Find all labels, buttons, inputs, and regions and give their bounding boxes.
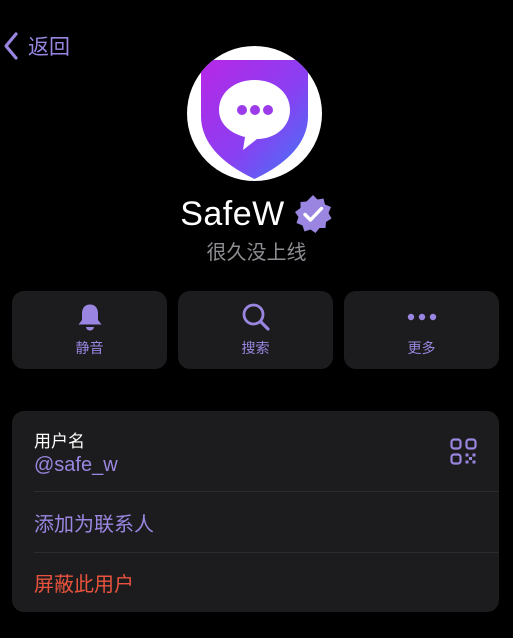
back-label: 返回 — [28, 35, 70, 59]
username-row[interactable]: 用户名 @safe_w — [12, 411, 499, 491]
mute-button[interactable]: 静音 — [12, 291, 167, 369]
search-button[interactable]: 搜索 — [178, 291, 333, 369]
block-user-label: 屏蔽此用户 — [34, 572, 134, 596]
more-label: 更多 — [407, 341, 436, 357]
profile-info-card: 用户名 @safe_w 添加为联系人 屏蔽此用户 — [12, 411, 499, 612]
bell-icon — [78, 304, 101, 331]
avatar[interactable] — [187, 46, 322, 181]
last-seen-status: 很久没上线 — [206, 240, 307, 264]
more-button[interactable]: 更多 — [344, 291, 499, 369]
add-contact-row[interactable]: 添加为联系人 — [12, 492, 499, 552]
more-icon — [407, 313, 436, 321]
add-contact-label: 添加为联系人 — [34, 511, 154, 536]
search-icon — [242, 303, 270, 331]
mute-label: 静音 — [75, 341, 104, 357]
profile-name: SafeW — [180, 194, 285, 233]
search-label: 搜索 — [241, 341, 270, 357]
verified-badge-icon — [293, 194, 333, 234]
username-value[interactable]: @safe_w — [34, 454, 118, 477]
block-user-row[interactable]: 屏蔽此用户 — [12, 553, 499, 612]
username-label: 用户名 — [34, 432, 85, 452]
qr-code-icon[interactable] — [450, 438, 477, 465]
chevron-left-icon — [4, 32, 18, 60]
back-button[interactable]: 返回 — [2, 30, 70, 62]
shield-chat-icon — [201, 60, 308, 179]
